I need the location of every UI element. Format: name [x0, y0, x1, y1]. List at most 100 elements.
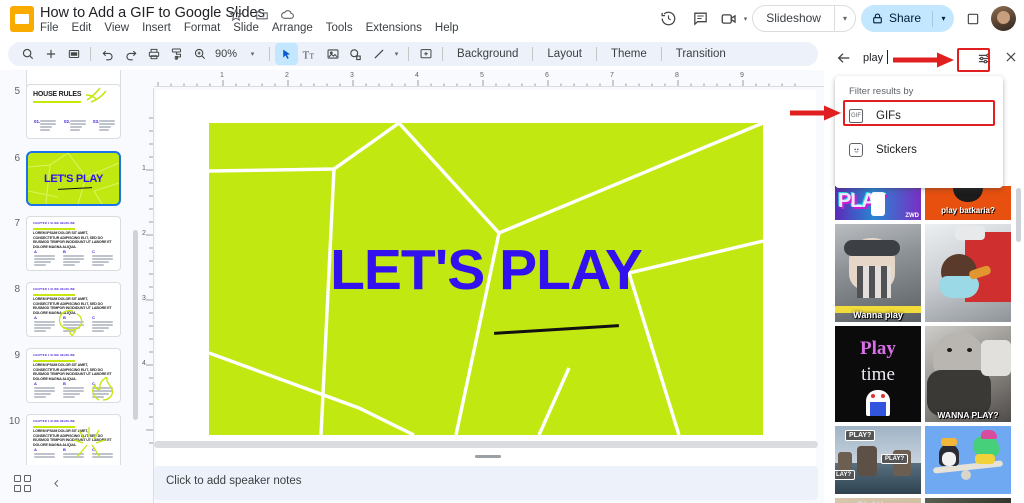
- menu-insert[interactable]: Insert: [142, 22, 171, 34]
- gif-result[interactable]: PLAY: [835, 498, 921, 503]
- canvas-horizontal-scrollbar[interactable]: [154, 441, 818, 448]
- back-arrow-icon[interactable]: [835, 49, 853, 67]
- toolbar-divider-3: [408, 47, 409, 61]
- slides-panel-scrollbar[interactable]: [133, 230, 138, 420]
- slide-thumbnail[interactable]: HOUSE RULES 01. 02. 03.: [26, 84, 121, 139]
- grid-view-icon[interactable]: [14, 475, 31, 492]
- gif-result[interactable]: Play time: [835, 326, 921, 422]
- menu-tools[interactable]: Tools: [326, 22, 353, 34]
- google-slides-window: How to Add a GIF to Google Slides File E…: [0, 0, 1024, 503]
- top-bar: How to Add a GIF to Google Slides File E…: [0, 0, 1024, 38]
- slide-number: 9: [0, 348, 26, 361]
- gif-result[interactable]: play batkaria?: [925, 186, 1011, 220]
- menu-item-stickers[interactable]: Stickers: [835, 136, 1003, 164]
- list-item[interactable]: 7 CHAPTER 1 SLIDE HEADLINE LOREM IPSUM D…: [0, 216, 121, 271]
- slide-thumbnail[interactable]: CHAPTER 1 SLIDE HEADLINE LOREM IPSUM DOL…: [26, 216, 121, 271]
- layout-icon[interactable]: [62, 43, 85, 65]
- collapse-panel-icon[interactable]: [48, 475, 65, 492]
- mini-chapter-tag: CHAPTER 1 SLIDE HEADLINE: [33, 354, 75, 357]
- layout-button[interactable]: Layout: [538, 48, 591, 60]
- menu-arrange[interactable]: Arrange: [272, 22, 313, 34]
- undo-icon[interactable]: [96, 43, 119, 65]
- slides-thumbnail-panel[interactable]: 5 HOUSE RULES 01. 02. 03. 6 LET'S PLAY: [0, 70, 140, 503]
- gif-result[interactable]: PLAY? PLAY? LAY?: [835, 426, 921, 494]
- list-item[interactable]: 9 CHAPTER 1 SLIDE HEADLINE LOREM IPSUM D…: [0, 348, 121, 403]
- meet-caret-icon[interactable]: ▾: [744, 15, 748, 23]
- gif-result[interactable]: [925, 426, 1011, 494]
- share-button[interactable]: Share ▾: [861, 5, 954, 32]
- menu-slide[interactable]: Slide: [233, 22, 259, 34]
- horizontal-ruler[interactable]: 1 2 3 4 5 6 7 8 9: [154, 74, 824, 88]
- slide-title-text[interactable]: LET'S PLAY: [330, 237, 642, 303]
- mini-letter-b: B: [63, 381, 66, 386]
- slide-thumbnail-selected[interactable]: LET'S PLAY: [26, 151, 121, 206]
- print-icon[interactable]: [142, 43, 165, 65]
- gif-results-grid[interactable]: PLAY ZWD Wanna play Play time: [835, 186, 1013, 503]
- slide-thumbnail[interactable]: CHAPTER 1 SLIDE HEADLINE LOREM IPSUM DOL…: [26, 414, 121, 469]
- menu-file[interactable]: File: [40, 22, 59, 34]
- slideshow-caret-icon[interactable]: ▾: [835, 5, 855, 32]
- mini-letter-a: A: [34, 249, 37, 254]
- gif-result[interactable]: [925, 224, 1011, 322]
- list-item[interactable]: 5 HOUSE RULES 01. 02. 03.: [0, 84, 121, 139]
- slide-thumbnail[interactable]: CHAPTER 1 SLIDE HEADLINE LOREM IPSUM DOL…: [26, 348, 121, 403]
- active-slide[interactable]: LET'S PLAY: [209, 123, 763, 435]
- gif-result[interactable]: Wanna play: [835, 224, 921, 322]
- close-icon[interactable]: [1003, 49, 1019, 65]
- vertical-ruler[interactable]: 1 2 3 4: [142, 88, 155, 503]
- slide-thumbnail[interactable]: CHAPTER 1 SLIDE HEADLINE LOREM IPSUM DOL…: [26, 282, 121, 337]
- share-caret-icon[interactable]: ▾: [933, 5, 954, 32]
- gif-panel-scrollbar[interactable]: [1016, 188, 1021, 242]
- speaker-notes[interactable]: Click to add speaker notes: [154, 466, 818, 500]
- slideshow-button[interactable]: Slideshow ▾: [752, 5, 856, 32]
- line-caret-icon[interactable]: ▾: [390, 43, 403, 65]
- star-icon[interactable]: [228, 7, 243, 22]
- list-item[interactable]: 10 CHAPTER 1 SLIDE HEADLINE LOREM IPSUM …: [0, 414, 121, 469]
- line-icon[interactable]: [367, 43, 390, 65]
- shape-icon[interactable]: [344, 43, 367, 65]
- list-item[interactable]: 6 LET'S PLAY: [0, 151, 121, 206]
- zoom-value[interactable]: 90%: [211, 48, 241, 60]
- text-box-icon[interactable]: TT: [298, 43, 321, 65]
- insert-image-icon[interactable]: [321, 43, 344, 65]
- new-slide-icon[interactable]: [39, 43, 62, 65]
- list-item[interactable]: 8 CHAPTER 1 SLIDE HEADLINE LOREM IPSUM D…: [0, 282, 121, 337]
- meet-video-icon[interactable]: [719, 5, 739, 32]
- move-to-folder-icon[interactable]: [254, 7, 269, 22]
- theme-button[interactable]: Theme: [602, 48, 656, 60]
- slide-number: 5: [0, 84, 26, 97]
- comment-icon[interactable]: [687, 5, 714, 32]
- transition-button[interactable]: Transition: [667, 48, 735, 60]
- menu-view[interactable]: View: [104, 22, 129, 34]
- menu-edit[interactable]: Edit: [72, 22, 92, 34]
- svg-text:T: T: [303, 50, 310, 61]
- zoom-icon[interactable]: [188, 43, 211, 65]
- paint-format-icon[interactable]: [165, 43, 188, 65]
- annotation-box-gifs-option: [843, 100, 995, 126]
- gif-result[interactable]: PLAY ZWD: [835, 186, 921, 220]
- gif-result[interactable]: [925, 498, 1011, 503]
- menu-extensions[interactable]: Extensions: [366, 22, 422, 34]
- lock-icon: [861, 12, 884, 25]
- menu-help[interactable]: Help: [435, 22, 459, 34]
- slide-number: 7: [0, 216, 26, 229]
- comment-add-icon[interactable]: [414, 43, 437, 65]
- slideshow-label: Slideshow: [753, 5, 834, 32]
- slide-editor-stage[interactable]: LET'S PLAY: [156, 90, 816, 468]
- zoom-caret-icon[interactable]: ▾: [241, 43, 264, 65]
- mini-chapter-tag: CHAPTER 1 SLIDE HEADLINE: [33, 288, 75, 291]
- present-icon[interactable]: [959, 5, 986, 32]
- speaker-notes-placeholder: Click to add speaker notes: [166, 475, 302, 487]
- notes-resize-handle[interactable]: [475, 455, 501, 458]
- search-icon[interactable]: [16, 43, 39, 65]
- gif-result[interactable]: WANNA PLAY?: [925, 326, 1011, 422]
- background-button[interactable]: Background: [448, 48, 527, 60]
- ruler-label: 1: [142, 165, 146, 172]
- redo-icon[interactable]: [119, 43, 142, 65]
- gif-caption: play batkaria?: [925, 206, 1011, 215]
- avatar[interactable]: [991, 6, 1016, 31]
- cloud-saved-icon[interactable]: [280, 7, 295, 22]
- menu-format[interactable]: Format: [184, 22, 220, 34]
- select-cursor-icon[interactable]: [275, 43, 298, 65]
- version-history-icon[interactable]: [655, 5, 682, 32]
